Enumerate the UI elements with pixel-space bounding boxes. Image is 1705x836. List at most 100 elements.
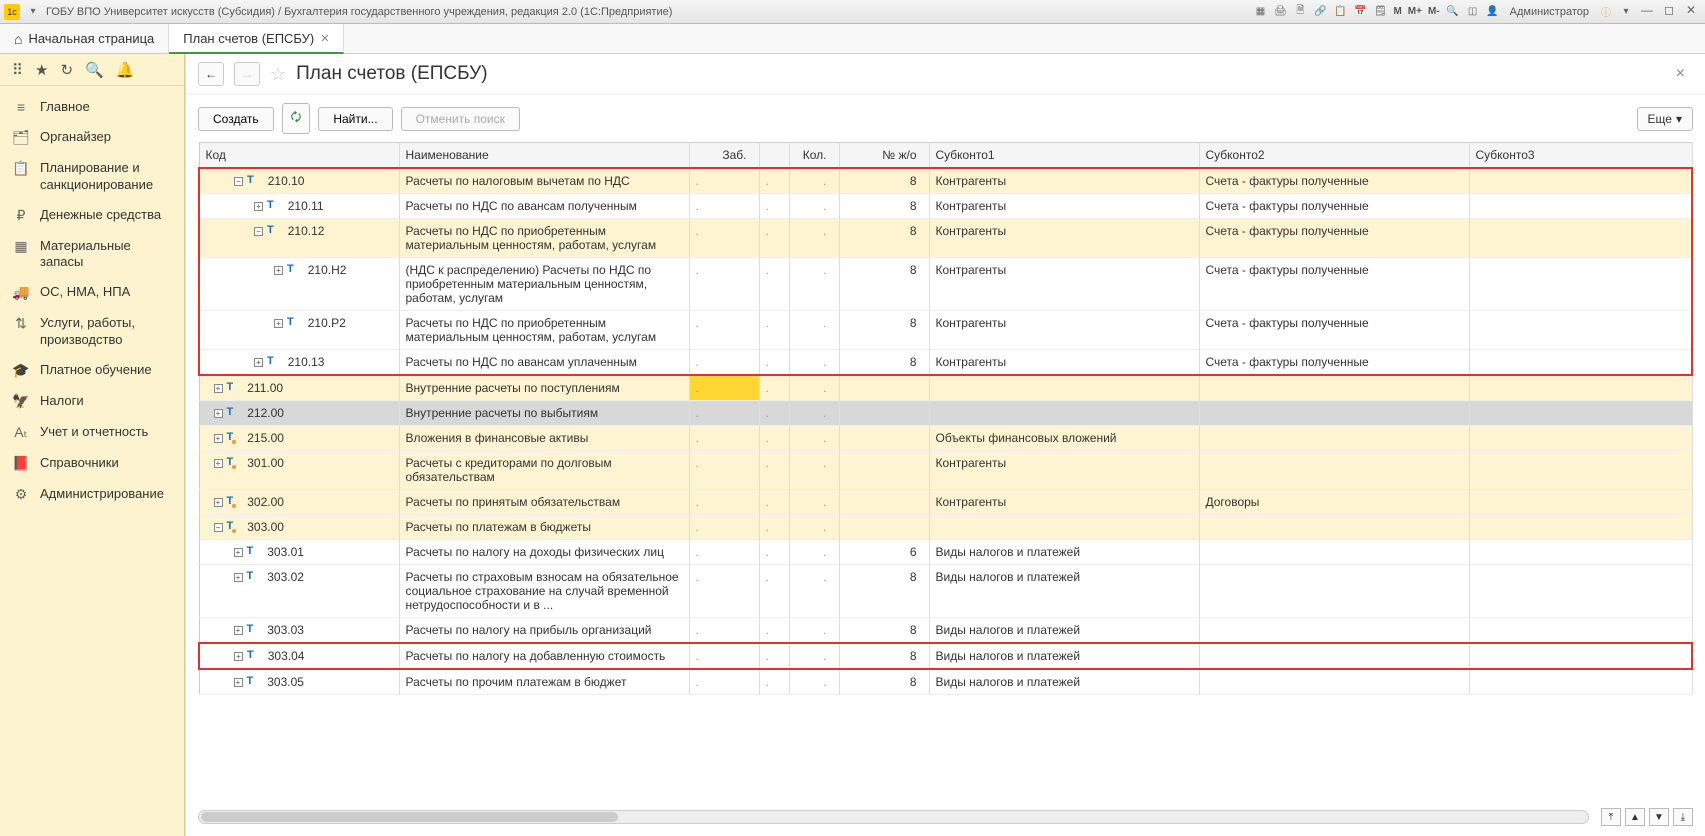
nav-fwd-button[interactable]: → [234, 62, 260, 86]
history-icon[interactable]: ↻ [60, 61, 73, 79]
th-blank[interactable] [759, 143, 789, 169]
table-row[interactable]: +Т303.04Расчеты по налогу на добавленную… [199, 643, 1692, 669]
favorite-star-icon[interactable]: ☆ [270, 64, 286, 85]
tree-expand-icon[interactable]: + [214, 384, 223, 393]
sidebar-item-3[interactable]: ₽Денежные средства [0, 200, 184, 231]
sidebar-item-9[interactable]: AₜУчет и отчетность [0, 417, 184, 448]
scroll-down-button[interactable]: ▼ [1649, 808, 1669, 826]
th-sub2[interactable]: Субконто2 [1199, 143, 1469, 169]
scroll-up-button[interactable]: ▲ [1625, 808, 1645, 826]
maximize-button[interactable]: ◻ [1659, 3, 1679, 21]
print-icon[interactable]: 🖨 [1271, 3, 1289, 21]
sidebar-item-5[interactable]: 🚚ОС, НМА, НПА [0, 277, 184, 308]
sidebar-icon: ▦ [12, 238, 30, 255]
tree-expand-icon[interactable]: + [234, 652, 243, 661]
nav-back-button[interactable]: ← [198, 62, 224, 86]
user-label[interactable]: Администратор [1504, 6, 1595, 18]
more-button[interactable]: Еще ▾ [1637, 107, 1693, 131]
tab-home[interactable]: ⌂ Начальная страница [0, 24, 169, 53]
tree-expand-icon[interactable]: + [234, 548, 243, 557]
tab-active[interactable]: План счетов (ЕПСБУ) ✕ [169, 24, 344, 54]
table-row[interactable]: +Т301.00Расчеты с кредиторами по долговы… [199, 451, 1692, 490]
copy-icon[interactable]: 📋 [1331, 3, 1349, 21]
doc-icon[interactable]: 🗎 [1291, 3, 1309, 21]
panel-close-icon[interactable]: × [1668, 65, 1693, 83]
th-sub1[interactable]: Субконто1 [929, 143, 1199, 169]
star-icon[interactable]: ★ [35, 61, 48, 79]
windows-icon[interactable]: ◫ [1464, 3, 1482, 21]
close-button[interactable]: ✕ [1681, 3, 1701, 21]
tree-expand-icon[interactable]: + [254, 202, 263, 211]
sidebar-item-1[interactable]: 🗂Органайзер [0, 122, 184, 153]
m-button[interactable]: M [1391, 6, 1403, 17]
table-row[interactable]: −Т210.12Расчеты по НДС по приобретенным … [199, 219, 1692, 258]
sidebar-item-6[interactable]: ⇅Услуги, работы, производство [0, 308, 184, 355]
tree-expand-icon[interactable]: − [254, 227, 263, 236]
cell-nzo [839, 451, 929, 490]
table-row[interactable]: +Т302.00Расчеты по принятым обязательств… [199, 490, 1692, 515]
calc-icon[interactable]: 🗒 [1371, 3, 1389, 21]
m-plus-button[interactable]: M+ [1406, 6, 1424, 17]
zoom-icon[interactable]: 🔍 [1444, 3, 1462, 21]
info-icon[interactable]: ⓘ [1597, 3, 1615, 21]
sidebar-item-10[interactable]: 📕Справочники [0, 448, 184, 479]
th-kol[interactable]: Кол. [789, 143, 839, 169]
tree-expand-icon[interactable]: + [274, 266, 283, 275]
sidebar-item-11[interactable]: ⚙Администрирование [0, 479, 184, 510]
table-row[interactable]: +Т211.00Внутренние расчеты по поступлени… [199, 375, 1692, 401]
sidebar-item-7[interactable]: 🎓Платное обучение [0, 355, 184, 386]
link-icon[interactable]: 🔗 [1311, 3, 1329, 21]
tree-expand-icon[interactable]: + [214, 434, 223, 443]
sidebar-item-4[interactable]: ▦Материальные запасы [0, 231, 184, 278]
horizontal-scrollbar[interactable] [198, 810, 1589, 824]
th-sub3[interactable]: Субконто3 [1469, 143, 1692, 169]
minimize-button[interactable]: — [1637, 3, 1657, 21]
th-code[interactable]: Код [199, 143, 399, 169]
accounts-table: Код Наименование Заб. Кол. № ж/о Субконт… [198, 142, 1693, 695]
sidebar-item-2[interactable]: 📋Планирование и санкционирование [0, 153, 184, 200]
m-minus-button[interactable]: M- [1426, 6, 1442, 17]
tree-expand-icon[interactable]: + [254, 358, 263, 367]
table-row[interactable]: +Т303.05Расчеты по прочим платежам в бюд… [199, 669, 1692, 695]
tree-expand-icon[interactable]: + [234, 573, 243, 582]
tab-close-icon[interactable]: ✕ [320, 32, 329, 45]
th-zab[interactable]: Заб. [689, 143, 759, 169]
search-icon[interactable]: 🔍 [85, 61, 104, 79]
tree-expand-icon[interactable]: − [214, 523, 223, 532]
refresh-button[interactable]: 🗘 [282, 103, 311, 134]
tree-expand-icon[interactable]: + [274, 319, 283, 328]
find-button[interactable]: Найти... [318, 107, 392, 131]
table-row[interactable]: +Т210.11Расчеты по НДС по авансам получе… [199, 194, 1692, 219]
bell-icon[interactable]: 🔔 [116, 61, 135, 79]
dropdown-icon[interactable]: ▾ [24, 3, 42, 21]
create-button[interactable]: Создать [198, 107, 274, 131]
table-row[interactable]: −Т303.00Расчеты по платежам в бюджеты... [199, 515, 1692, 540]
table-row[interactable]: +Т212.00Внутренние расчеты по выбытиям..… [199, 401, 1692, 426]
calendar-icon[interactable]: 📅 [1351, 3, 1369, 21]
cell-kol: . [789, 194, 839, 219]
table-row[interactable]: +Т215.00Вложения в финансовые активы...О… [199, 426, 1692, 451]
tree-expand-icon[interactable]: + [214, 498, 223, 507]
menu-icon[interactable]: ⠿ [12, 61, 23, 79]
sidebar-item-8[interactable]: 🦅Налоги [0, 386, 184, 417]
sidebar-item-0[interactable]: ≡Главное [0, 92, 184, 122]
table-row[interactable]: +Т210.Н2(НДС к распределению) Расчеты по… [199, 258, 1692, 311]
tree-expand-icon[interactable]: + [214, 459, 223, 468]
scroll-top-button[interactable]: ⤒ [1601, 808, 1621, 826]
th-nzo[interactable]: № ж/о [839, 143, 929, 169]
tree-expand-icon[interactable]: + [214, 409, 223, 418]
tree-expand-icon[interactable]: − [234, 177, 243, 186]
tree-expand-icon[interactable]: + [234, 678, 243, 687]
cell-nzo: 8 [839, 219, 929, 258]
grid-icon[interactable]: ▦ [1251, 3, 1269, 21]
table-row[interactable]: +Т303.01Расчеты по налогу на доходы физи… [199, 540, 1692, 565]
table-row[interactable]: +Т210.Р2Расчеты по НДС по приобретенным … [199, 311, 1692, 350]
scroll-bottom-button[interactable]: ⤓ [1673, 808, 1693, 826]
tree-expand-icon[interactable]: + [234, 626, 243, 635]
table-row[interactable]: +Т303.02Расчеты по страховым взносам на … [199, 565, 1692, 618]
table-row[interactable]: +Т210.13Расчеты по НДС по авансам уплаче… [199, 350, 1692, 376]
table-row[interactable]: +Т303.03Расчеты по налогу на прибыль орг… [199, 618, 1692, 644]
th-name[interactable]: Наименование [399, 143, 689, 169]
info-dropdown[interactable]: ▾ [1617, 3, 1635, 21]
table-row[interactable]: −Т210.10Расчеты по налоговым вычетам по … [199, 168, 1692, 194]
